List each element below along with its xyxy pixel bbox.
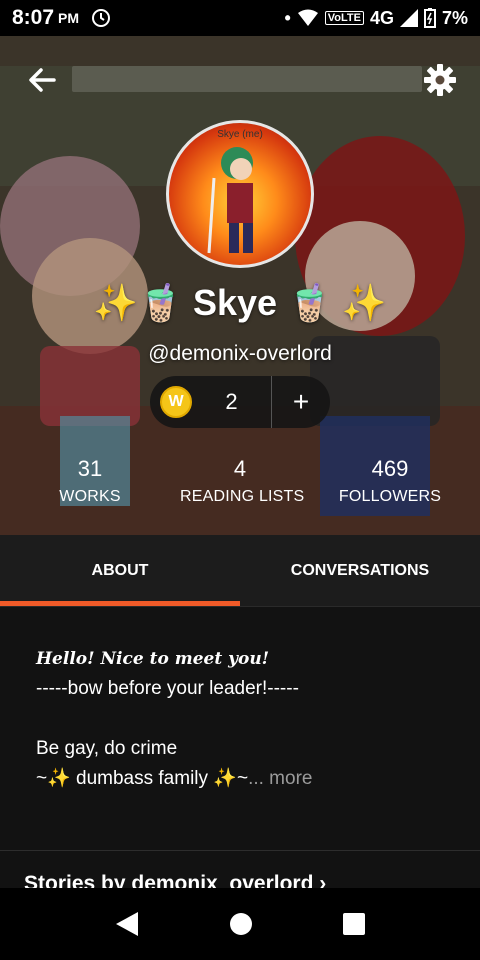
stat-followers[interactable]: 469 FOLLOWERS <box>300 456 480 506</box>
section-divider <box>0 850 480 851</box>
clock-icon <box>92 9 111 27</box>
stat-value: 4 <box>233 456 247 481</box>
battery-icon <box>423 8 436 28</box>
stat-label: WORKS <box>59 488 121 505</box>
profile-header: Skye (me) ✨🧋 Skye 🧋 ✨ @demonix-overlord … <box>0 36 480 535</box>
coin-count: 2 <box>225 389 238 414</box>
stat-label: FOLLOWERS <box>338 488 442 505</box>
status-time: 8:07 <box>12 6 55 29</box>
arrow-left-icon[interactable] <box>24 62 60 98</box>
nav-home-icon[interactable] <box>228 911 254 937</box>
status-bar: 8:07 PM • VoLTE 4G 7% <box>0 0 480 36</box>
profile-stats: 31 WORKS 4 READING LISTS 469 FOLLOWERS <box>0 456 480 506</box>
about-section: Hello! Nice to meet you! -----bow before… <box>0 608 480 850</box>
stat-value: 469 <box>371 456 409 481</box>
stat-value: 31 <box>77 456 103 481</box>
plus-icon[interactable]: + <box>272 376 330 428</box>
about-line-1: -----bow before your leader!----- <box>36 678 299 699</box>
wattpad-coin-icon: W <box>160 386 192 418</box>
profile-name: ✨🧋 Skye 🧋 ✨ <box>93 282 387 323</box>
about-line-3: ~✨ dumbass family ✨~ <box>36 768 249 789</box>
network-type: 4G <box>369 7 394 28</box>
status-right: • VoLTE 4G 7% <box>284 8 468 29</box>
stat-label: READING LISTS <box>180 488 305 505</box>
status-ampm: PM <box>58 10 80 26</box>
profile-tabs: ABOUT CONVERSATIONS <box>0 535 480 607</box>
coin-balance-pill: W 2 + <box>150 376 330 428</box>
about-greeting: Hello! Nice to meet you! <box>36 649 270 669</box>
avatar-character-image <box>207 147 253 254</box>
tab-about[interactable]: ABOUT <box>0 535 240 606</box>
about-line-2: Be gay, do crime <box>36 738 178 759</box>
stat-reading-lists[interactable]: 4 READING LISTS <box>180 456 305 506</box>
signal-icon <box>399 9 418 27</box>
battery-percent: 7% <box>441 7 468 28</box>
about-line-3-wrap: ~✨ dumbass family ✨~... more <box>36 764 444 794</box>
tab-conversations[interactable]: CONVERSATIONS <box>240 535 480 606</box>
system-nav-bar <box>0 888 480 960</box>
more-link[interactable]: ... more <box>248 768 312 789</box>
volte-badge: VoLTE <box>324 11 364 25</box>
profile-handle: @demonix-overlord <box>148 342 332 365</box>
nav-recents-icon[interactable] <box>342 912 366 936</box>
wifi-icon <box>297 9 318 26</box>
stat-works[interactable]: 31 WORKS <box>0 456 180 506</box>
gear-icon[interactable] <box>422 62 458 98</box>
nav-back-icon[interactable] <box>114 910 140 938</box>
avatar[interactable]: Skye (me) <box>166 120 314 268</box>
dot-icon: • <box>284 7 291 28</box>
header-strip <box>72 66 422 92</box>
